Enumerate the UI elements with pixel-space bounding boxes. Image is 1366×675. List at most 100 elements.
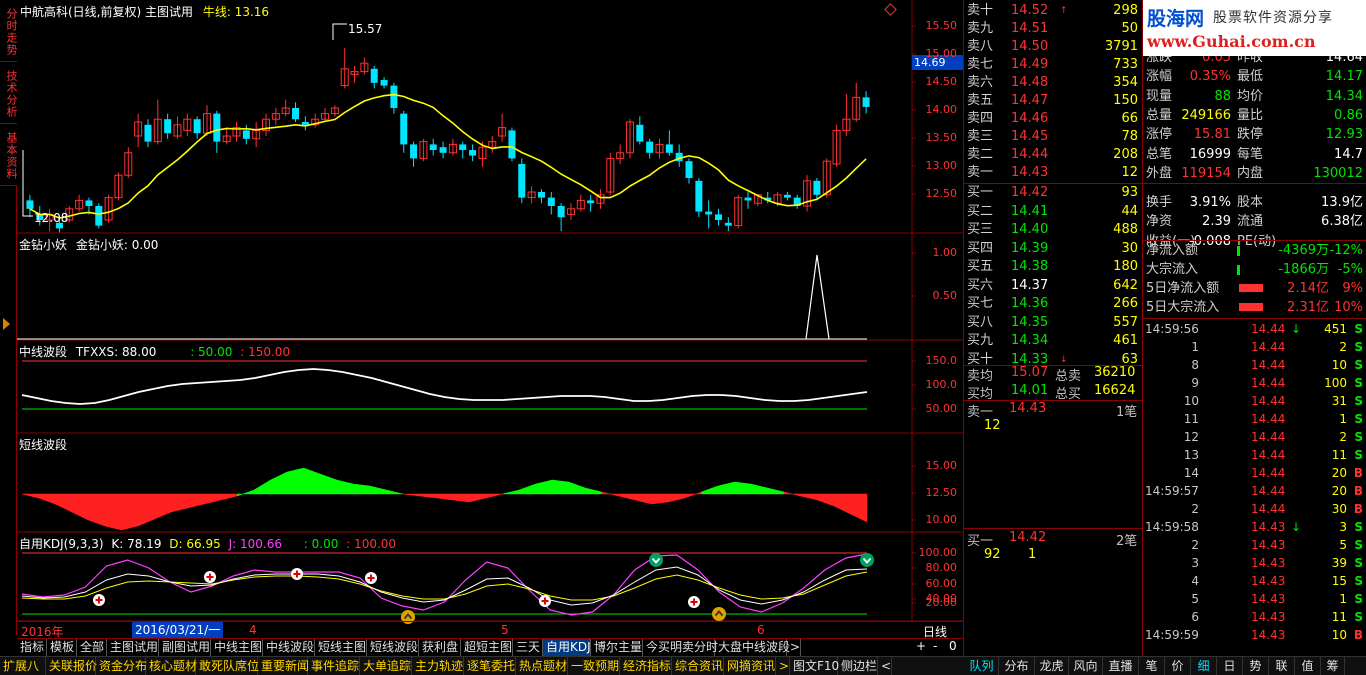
candle-body — [537, 192, 545, 198]
bottom-tab[interactable]: 扩展八 — [0, 657, 46, 675]
ask-price: 14.52 — [1011, 3, 1049, 18]
formula-tab[interactable]: 主图试用 — [107, 639, 159, 656]
tab-intraday[interactable]: 分时走势 — [0, 0, 18, 62]
zoom-in-button[interactable]: + — [916, 639, 926, 653]
ask-row[interactable]: 卖十 14.52 ↑ 298 — [964, 2, 1142, 20]
tick-row: 2 14.44 30 B — [1143, 500, 1366, 518]
tab-technical[interactable]: 技术分析 — [0, 62, 18, 124]
right-panel-tab[interactable]: 筹 — [1321, 657, 1345, 675]
bottom-tab[interactable]: 主力轨迹 — [412, 657, 464, 675]
formula-tab[interactable]: 短线主图 — [315, 639, 367, 656]
tick-time: 1 — [1191, 340, 1199, 354]
ask-row[interactable]: 卖三 14.45 78 — [964, 128, 1142, 146]
formula-tab[interactable]: 指标 — [17, 639, 47, 656]
ask-label: 卖三 — [967, 129, 994, 144]
right-panel-tab[interactable]: 价 — [1165, 657, 1191, 675]
right-panel-tab[interactable]: 直播 — [1103, 657, 1139, 675]
right-panel-tab[interactable]: 风向 — [1069, 657, 1103, 675]
tick-volume: 11 — [1331, 448, 1347, 462]
bid-row[interactable]: 买七 14.36 266 — [964, 295, 1142, 313]
formula-tab[interactable]: 中线波段 — [263, 639, 315, 656]
right-panel-tab[interactable]: 联 — [1269, 657, 1295, 675]
right-panel-tab[interactable]: 笔 — [1139, 657, 1165, 675]
collapse-arrow-icon[interactable] — [3, 318, 10, 330]
bottom-tab[interactable]: 侧边栏 — [838, 657, 878, 675]
bottom-tab[interactable]: 一致预期 — [568, 657, 620, 675]
bottom-tab[interactable]: 大单追踪 — [360, 657, 412, 675]
ask-row[interactable]: 卖六 14.48 354 — [964, 74, 1142, 92]
tick-volume: 2 — [1339, 340, 1347, 354]
formula-tab[interactable]: 超短主图 — [461, 639, 513, 656]
ask-row[interactable]: 卖八 14.50 3791 — [964, 38, 1142, 56]
quote-value: 16999 — [1189, 146, 1231, 162]
panel3-name: 中线波段 — [19, 345, 68, 359]
candle-body — [213, 113, 221, 142]
ask-row[interactable]: 卖四 14.46 66 — [964, 110, 1142, 128]
quote-row: 涨停 15.81 跌停 12.93 — [1143, 125, 1366, 144]
formula-tab[interactable]: 全部 — [77, 639, 107, 656]
bottom-tab[interactable]: 图文F10 — [790, 657, 839, 675]
right-panel-tab[interactable]: 分布 — [999, 657, 1035, 675]
ask-row[interactable]: 卖二 14.44 208 — [964, 146, 1142, 164]
zoom-reset-button[interactable]: 0 — [949, 639, 957, 653]
bottom-tab[interactable]: 重要新闻 — [258, 657, 309, 675]
kdj-j: J: 100.66 — [228, 537, 282, 551]
right-panel-tab[interactable]: 势 — [1243, 657, 1269, 675]
bid-price: 14.39 — [1011, 240, 1049, 256]
formula-tab[interactable]: 副图试用 — [159, 639, 211, 656]
right-panel-tab[interactable]: 细 — [1191, 657, 1217, 675]
avg-sell-label: 卖均 — [967, 369, 994, 384]
main-chart-title: 中航高科(日线,前复权) 主图试用 牛线: 13.16 — [20, 3, 269, 20]
bid-price: 14.40 — [1011, 222, 1049, 237]
ask-row[interactable]: 卖九 14.51 50 — [964, 20, 1142, 38]
formula-tab[interactable]: > — [787, 639, 801, 656]
tick-price: 14.44 — [1251, 466, 1286, 480]
bottom-tab[interactable]: 热点题材 — [516, 657, 568, 675]
bid-row[interactable]: 买九 14.34 461 — [964, 332, 1142, 350]
bottom-tab[interactable]: 事件追踪 — [308, 657, 360, 675]
p5-axis-label: 80.00 — [925, 561, 958, 574]
bottom-tab[interactable]: > — [776, 657, 790, 675]
quote-value: 13.9亿 — [1321, 195, 1363, 211]
bottom-tab[interactable]: 逐笔委托 — [464, 657, 516, 675]
quote-key: 内盘 — [1237, 165, 1264, 181]
right-panel-tab[interactable]: 值 — [1295, 657, 1321, 675]
bid-row[interactable]: 买二 14.41 44 — [964, 203, 1142, 221]
ask-price: 14.50 — [1011, 39, 1049, 54]
right-panel-tab[interactable]: 日 — [1217, 657, 1243, 675]
bottom-tab[interactable]: 综合资讯 — [672, 657, 724, 675]
formula-tab[interactable]: 自用KDJ — [543, 639, 591, 656]
bid-row[interactable]: 买八 14.35 557 — [964, 314, 1142, 332]
bid-volume: 44 — [1121, 203, 1138, 219]
bid-row[interactable]: 买三 14.40 488 — [964, 221, 1142, 239]
formula-tab[interactable]: 模板 — [47, 639, 77, 656]
bottom-tab[interactable]: 网摘资讯 — [724, 657, 776, 675]
right-panel-tab[interactable]: 龙虎 — [1035, 657, 1069, 675]
bottom-tab[interactable]: 经济指标 — [620, 657, 672, 675]
formula-tab[interactable]: 三天 — [513, 639, 543, 656]
bottom-tab[interactable]: < — [878, 657, 892, 675]
wave-area — [403, 493, 420, 497]
bottom-tab[interactable]: 资金分布 — [96, 657, 147, 675]
zoom-out-button[interactable]: - — [933, 639, 937, 653]
bid-row[interactable]: 买四 14.39 30 — [964, 240, 1142, 258]
total-buy-value: 16624 — [1094, 383, 1136, 398]
bottom-tab[interactable]: 关联报价 — [46, 657, 97, 675]
formula-tab[interactable]: 博尔主量 — [591, 639, 643, 656]
bid-row[interactable]: 买一 14.42 93 — [964, 184, 1142, 202]
ask-row[interactable]: 卖五 14.47 150 — [964, 92, 1142, 110]
ask-row[interactable]: 卖一 14.43 12 — [964, 164, 1142, 182]
bottom-tab[interactable]: 核心题材 — [146, 657, 197, 675]
bid-row[interactable]: 买六 14.37 642 — [964, 277, 1142, 295]
tab-fundamentals[interactable]: 基本资料 — [0, 124, 18, 186]
bottom-tab[interactable]: 敢死队席位 — [196, 657, 259, 675]
formula-tab[interactable]: 大盘中线波段 — [715, 639, 790, 656]
formula-tab[interactable]: 中线主图 — [211, 639, 263, 656]
ma-label: 牛线: 13.16 — [202, 5, 270, 19]
right-panel-tab[interactable]: 队列 — [965, 657, 999, 675]
bid-row[interactable]: 买五 14.38 180 — [964, 258, 1142, 276]
formula-tab[interactable]: 获利盘 — [419, 639, 461, 656]
formula-tab[interactable]: 今买明卖分时 — [643, 639, 718, 656]
ask-row[interactable]: 卖七 14.49 733 — [964, 56, 1142, 74]
formula-tab[interactable]: 短线波段 — [367, 639, 419, 656]
